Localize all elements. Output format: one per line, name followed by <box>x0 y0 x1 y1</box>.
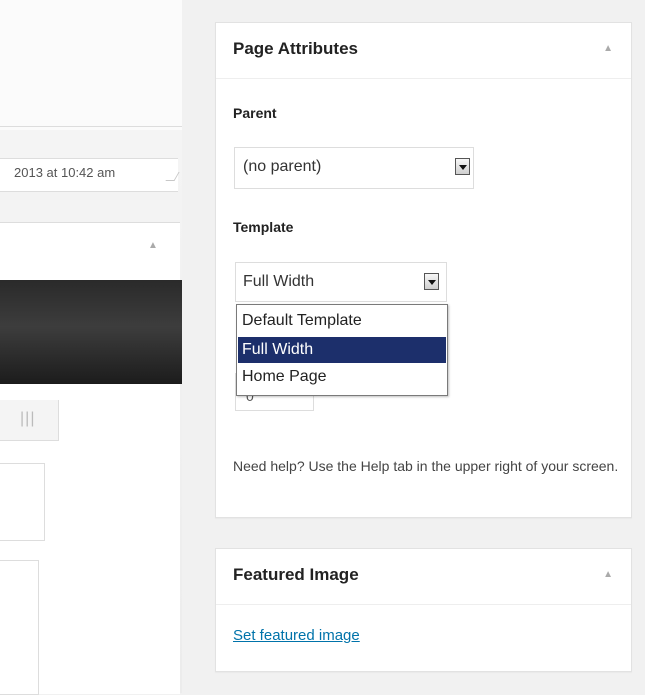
template-option-full-width[interactable]: Full Width <box>238 337 446 363</box>
editor-inner-field[interactable] <box>0 560 39 695</box>
template-select-value: Full Width <box>243 273 315 290</box>
date-text: 2013 at 10:42 am <box>14 165 116 180</box>
triangle-up-icon[interactable]: ▲ <box>603 43 613 54</box>
set-featured-image-link[interactable]: Set featured image <box>233 627 360 644</box>
collapse-arrow-icon[interactable]: ▲ <box>148 240 158 251</box>
panel-title: Featured Image <box>233 565 359 584</box>
divider <box>0 126 182 127</box>
triangle-up-icon[interactable]: ▲ <box>603 569 613 580</box>
featured-image-panel: Featured Image ▲ Set featured image <box>215 548 632 672</box>
editor-top-area <box>0 0 182 130</box>
parent-select[interactable]: (no parent) <box>234 147 474 189</box>
editor-column: 2013 at 10:42 am ▲ ||| <box>0 0 182 695</box>
help-text: Need help? Use the Help tab in the upper… <box>233 458 619 474</box>
template-label: Template <box>233 219 294 235</box>
parent-select-value: (no parent) <box>243 158 322 175</box>
template-dropdown-list: Default Template Full Width Home Page <box>236 304 448 396</box>
panel-header[interactable]: Featured Image ▲ <box>216 549 631 605</box>
page-attributes-panel: Page Attributes ▲ Parent (no parent) Tem… <box>215 22 632 518</box>
template-option-home-page[interactable]: Home Page <box>238 364 446 390</box>
panel-title: Page Attributes <box>233 39 359 58</box>
chevron-down-icon[interactable] <box>424 273 439 290</box>
parent-label: Parent <box>233 105 277 121</box>
template-option-default[interactable]: Default Template <box>238 308 446 334</box>
grid-lines-icon[interactable]: ||| <box>20 410 35 428</box>
chevron-down-icon[interactable] <box>455 158 470 175</box>
editor-inner-field[interactable] <box>0 463 45 541</box>
template-select[interactable]: Full Width <box>235 262 447 302</box>
dark-banner-image <box>0 280 182 384</box>
panel-header[interactable]: Page Attributes ▲ <box>216 23 631 79</box>
